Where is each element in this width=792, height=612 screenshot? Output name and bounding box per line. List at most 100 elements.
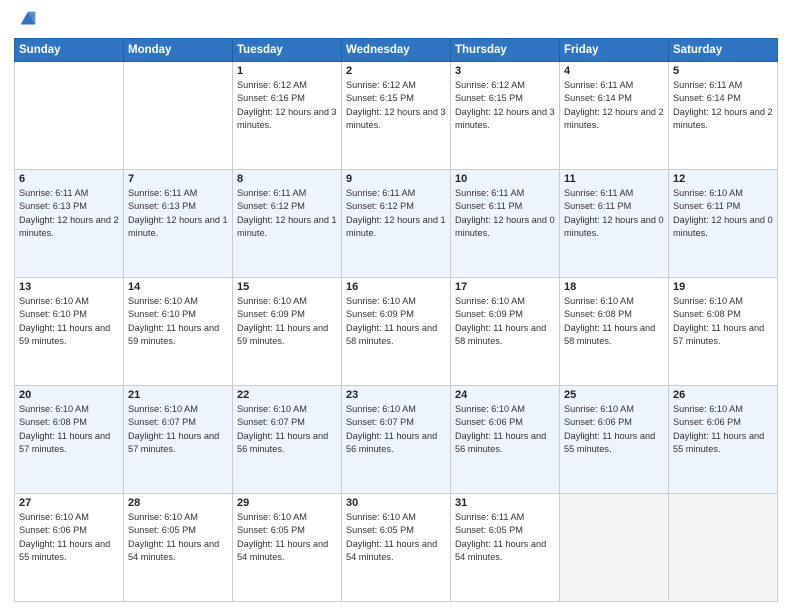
calendar-cell: 8 Sunrise: 6:11 AMSunset: 6:12 PMDaylight… — [233, 170, 342, 278]
calendar-cell: 29 Sunrise: 6:10 AMSunset: 6:05 PMDayligh… — [233, 494, 342, 602]
calendar-cell: 1Sunrise: 6:12 AMSunset: 6:16 PMDaylight… — [233, 62, 342, 170]
day-number: 31 — [455, 497, 555, 509]
calendar-cell: 14 Sunrise: 6:10 AMSunset: 6:10 PMDayligh… — [124, 278, 233, 386]
day-number: 16 — [346, 281, 446, 293]
day-number: 7 — [128, 173, 228, 185]
day-number: 18 — [564, 281, 664, 293]
day-number: 10 — [455, 173, 555, 185]
calendar-cell: 26Sunrise: 6:10 AMSunset: 6:06 PMDayligh… — [669, 386, 778, 494]
calendar-cell: 7 Sunrise: 6:11 AMSunset: 6:13 PMDaylight… — [124, 170, 233, 278]
day-number: 4 — [564, 65, 664, 77]
day-info: Sunrise: 6:10 AMSunset: 6:05 PMDaylight:… — [237, 511, 337, 564]
calendar-cell — [124, 62, 233, 170]
day-info: Sunrise: 6:10 AMSunset: 6:05 PMDaylight:… — [346, 511, 446, 564]
calendar-cell — [560, 494, 669, 602]
day-number: 23 — [346, 389, 446, 401]
calendar-cell: 24 Sunrise: 6:10 AMSunset: 6:06 PMDayligh… — [451, 386, 560, 494]
day-info: Sunrise: 6:10 AMSunset: 6:07 PMDaylight:… — [346, 403, 446, 456]
day-info: Sunrise: 6:11 AMSunset: 6:12 PMDaylight:… — [237, 187, 337, 240]
day-info: Sunrise: 6:10 AMSunset: 6:08 PMDaylight:… — [19, 403, 119, 456]
day-number: 2 — [346, 65, 446, 77]
day-number: 8 — [237, 173, 337, 185]
day-number: 24 — [455, 389, 555, 401]
day-number: 14 — [128, 281, 228, 293]
logo-icon — [17, 8, 39, 30]
day-info: Sunrise: 6:10 AMSunset: 6:09 PMDaylight:… — [346, 295, 446, 348]
day-info: Sunrise: 6:10 AMSunset: 6:10 PMDaylight:… — [19, 295, 119, 348]
calendar-cell: 13 Sunrise: 6:10 AMSunset: 6:10 PMDayligh… — [15, 278, 124, 386]
day-info: Sunrise: 6:10 AMSunset: 6:11 PMDaylight:… — [673, 187, 773, 240]
calendar-week-2: 6 Sunrise: 6:11 AMSunset: 6:13 PMDaylight… — [15, 170, 778, 278]
calendar-cell: 9Sunrise: 6:11 AMSunset: 6:12 PMDaylight… — [342, 170, 451, 278]
calendar-cell: 3 Sunrise: 6:12 AMSunset: 6:15 PMDaylight… — [451, 62, 560, 170]
calendar-cell: 4 Sunrise: 6:11 AMSunset: 6:14 PMDaylight… — [560, 62, 669, 170]
calendar-cell: 31 Sunrise: 6:11 AMSunset: 6:05 PMDayligh… — [451, 494, 560, 602]
day-info: Sunrise: 6:10 AMSunset: 6:09 PMDaylight:… — [455, 295, 555, 348]
day-header-saturday: Saturday — [669, 39, 778, 62]
calendar-cell: 10 Sunrise: 6:11 AMSunset: 6:11 PMDayligh… — [451, 170, 560, 278]
calendar-week-1: 1Sunrise: 6:12 AMSunset: 6:16 PMDaylight… — [15, 62, 778, 170]
calendar-cell: 27 Sunrise: 6:10 AMSunset: 6:06 PMDayligh… — [15, 494, 124, 602]
day-number: 29 — [237, 497, 337, 509]
day-number: 12 — [673, 173, 773, 185]
day-number: 11 — [564, 173, 664, 185]
calendar-week-3: 13 Sunrise: 6:10 AMSunset: 6:10 PMDayligh… — [15, 278, 778, 386]
calendar-cell: 6 Sunrise: 6:11 AMSunset: 6:13 PMDaylight… — [15, 170, 124, 278]
day-info: Sunrise: 6:11 AMSunset: 6:11 PMDaylight:… — [564, 187, 664, 240]
calendar-cell: 25 Sunrise: 6:10 AMSunset: 6:06 PMDayligh… — [560, 386, 669, 494]
calendar-cell: 2 Sunrise: 6:12 AMSunset: 6:15 PMDaylight… — [342, 62, 451, 170]
day-number: 3 — [455, 65, 555, 77]
calendar-cell: 15Sunrise: 6:10 AMSunset: 6:09 PMDayligh… — [233, 278, 342, 386]
day-number: 19 — [673, 281, 773, 293]
day-number: 6 — [19, 173, 119, 185]
day-info: Sunrise: 6:11 AMSunset: 6:13 PMDaylight:… — [128, 187, 228, 240]
day-info: Sunrise: 6:10 AMSunset: 6:07 PMDaylight:… — [128, 403, 228, 456]
calendar-cell: 12 Sunrise: 6:10 AMSunset: 6:11 PMDayligh… — [669, 170, 778, 278]
calendar-cell: 18 Sunrise: 6:10 AMSunset: 6:08 PMDayligh… — [560, 278, 669, 386]
day-number: 15 — [237, 281, 337, 293]
day-number: 22 — [237, 389, 337, 401]
logo — [14, 10, 39, 30]
day-info: Sunrise: 6:10 AMSunset: 6:07 PMDaylight:… — [237, 403, 337, 456]
day-number: 27 — [19, 497, 119, 509]
day-number: 26 — [673, 389, 773, 401]
header — [14, 10, 778, 30]
day-header-friday: Friday — [560, 39, 669, 62]
day-number: 1 — [237, 65, 337, 77]
calendar-cell: 28Sunrise: 6:10 AMSunset: 6:05 PMDayligh… — [124, 494, 233, 602]
day-info: Sunrise: 6:10 AMSunset: 6:06 PMDaylight:… — [564, 403, 664, 456]
day-info: Sunrise: 6:11 AMSunset: 6:05 PMDaylight:… — [455, 511, 555, 564]
calendar-cell: 21Sunrise: 6:10 AMSunset: 6:07 PMDayligh… — [124, 386, 233, 494]
calendar-cell: 19 Sunrise: 6:10 AMSunset: 6:08 PMDayligh… — [669, 278, 778, 386]
day-header-tuesday: Tuesday — [233, 39, 342, 62]
day-info: Sunrise: 6:10 AMSunset: 6:06 PMDaylight:… — [455, 403, 555, 456]
calendar-cell — [15, 62, 124, 170]
day-header-wednesday: Wednesday — [342, 39, 451, 62]
calendar-cell: 30 Sunrise: 6:10 AMSunset: 6:05 PMDayligh… — [342, 494, 451, 602]
calendar-week-4: 20 Sunrise: 6:10 AMSunset: 6:08 PMDayligh… — [15, 386, 778, 494]
calendar-cell: 11 Sunrise: 6:11 AMSunset: 6:11 PMDayligh… — [560, 170, 669, 278]
calendar-cell — [669, 494, 778, 602]
calendar-cell: 5Sunrise: 6:11 AMSunset: 6:14 PMDaylight… — [669, 62, 778, 170]
calendar-cell: 23 Sunrise: 6:10 AMSunset: 6:07 PMDayligh… — [342, 386, 451, 494]
day-header-thursday: Thursday — [451, 39, 560, 62]
day-info: Sunrise: 6:11 AMSunset: 6:11 PMDaylight:… — [455, 187, 555, 240]
day-info: Sunrise: 6:10 AMSunset: 6:05 PMDaylight:… — [128, 511, 228, 564]
day-info: Sunrise: 6:10 AMSunset: 6:08 PMDaylight:… — [564, 295, 664, 348]
day-info: Sunrise: 6:11 AMSunset: 6:14 PMDaylight:… — [564, 79, 664, 132]
day-number: 17 — [455, 281, 555, 293]
day-number: 20 — [19, 389, 119, 401]
day-info: Sunrise: 6:10 AMSunset: 6:10 PMDaylight:… — [128, 295, 228, 348]
day-info: Sunrise: 6:11 AMSunset: 6:14 PMDaylight:… — [673, 79, 773, 132]
calendar-table: SundayMondayTuesdayWednesdayThursdayFrid… — [14, 38, 778, 602]
day-info: Sunrise: 6:10 AMSunset: 6:06 PMDaylight:… — [19, 511, 119, 564]
day-number: 25 — [564, 389, 664, 401]
day-info: Sunrise: 6:12 AMSunset: 6:15 PMDaylight:… — [346, 79, 446, 132]
day-number: 13 — [19, 281, 119, 293]
day-info: Sunrise: 6:12 AMSunset: 6:15 PMDaylight:… — [455, 79, 555, 132]
day-info: Sunrise: 6:11 AMSunset: 6:13 PMDaylight:… — [19, 187, 119, 240]
calendar-cell: 22 Sunrise: 6:10 AMSunset: 6:07 PMDayligh… — [233, 386, 342, 494]
day-number: 30 — [346, 497, 446, 509]
day-info: Sunrise: 6:10 AMSunset: 6:08 PMDaylight:… — [673, 295, 773, 348]
header-row: SundayMondayTuesdayWednesdayThursdayFrid… — [15, 39, 778, 62]
